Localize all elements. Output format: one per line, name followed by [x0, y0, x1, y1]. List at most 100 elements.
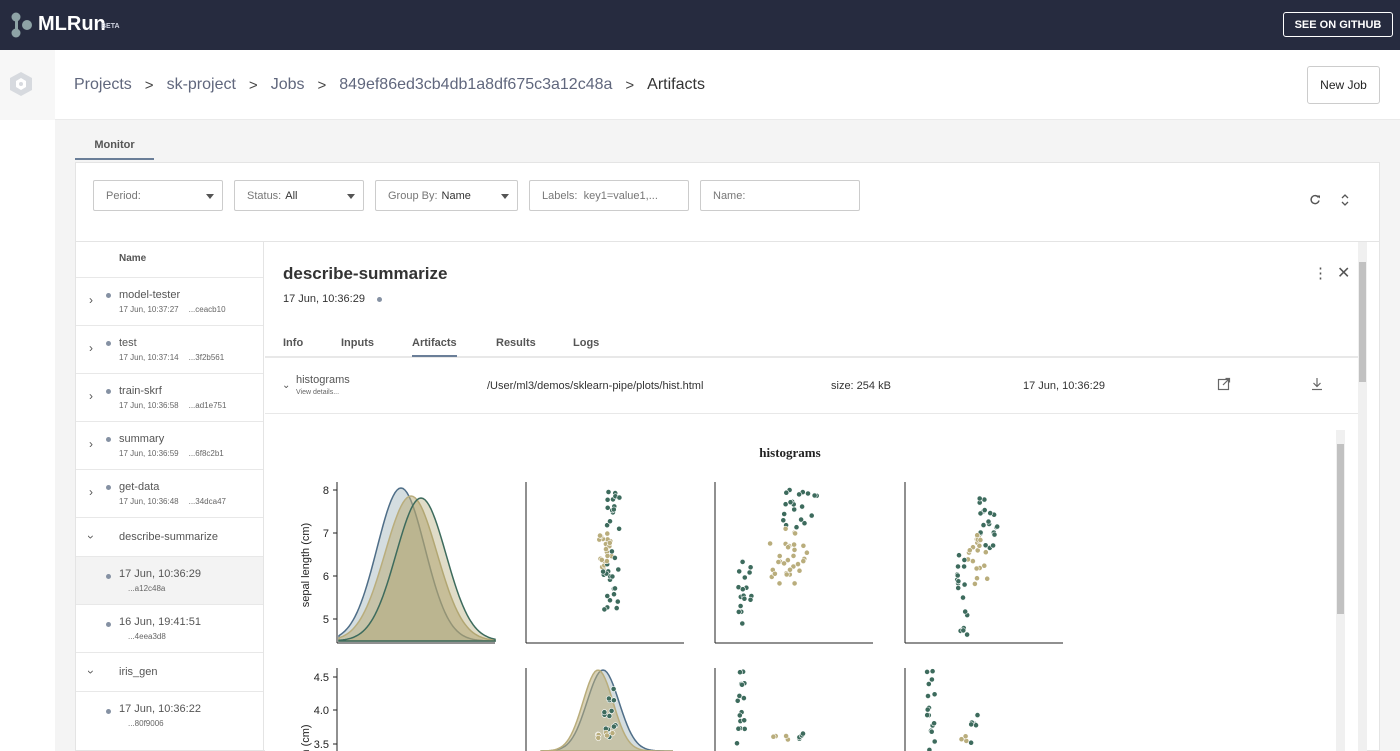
job-uid: ...ceacb10 — [188, 305, 226, 314]
list-item[interactable]: 17 Jun, 10:36:22 ...80f9006 — [76, 691, 263, 739]
list-item[interactable]: › train-skrf 17 Jun, 10:36:58 ...ad1e751 — [76, 373, 263, 421]
scatter-point — [595, 734, 602, 741]
scatter-point — [741, 574, 748, 581]
see-on-github-button[interactable]: SEE ON GITHUB — [1283, 12, 1393, 37]
scatter-point — [792, 530, 798, 537]
chevron-right-icon[interactable]: › — [89, 437, 93, 451]
scatter-point — [954, 572, 961, 579]
scatter-point — [603, 558, 610, 564]
artifact-date: 17 Jun, 10:36:29 — [1023, 380, 1105, 392]
collapse-expand-icon[interactable] — [1339, 193, 1351, 207]
chevron-down-icon[interactable]: › — [84, 535, 98, 539]
scatter-point — [741, 717, 748, 724]
y-tick-label: 7 — [323, 528, 329, 540]
status-select[interactable]: Status: All — [234, 180, 364, 211]
scatter-point — [808, 512, 815, 519]
scatter-point — [739, 620, 746, 627]
status-value: All — [285, 189, 298, 202]
labels-placeholder: Labels: key1=value1,... — [542, 189, 658, 202]
preview-scrollbar[interactable] — [1336, 430, 1345, 751]
job-name: get-data — [119, 481, 160, 493]
group-header-describe-summarize[interactable]: › describe-summarize — [76, 517, 263, 556]
open-external-icon[interactable] — [1217, 377, 1231, 391]
y-axis-label-row1: sepal length (cm) — [300, 523, 312, 607]
chevron-down-icon[interactable]: ⌄ — [282, 380, 290, 391]
scatter-point — [990, 542, 996, 549]
scrollbar-thumb[interactable] — [1337, 444, 1344, 614]
tab-logs[interactable]: Logs — [573, 337, 599, 349]
list-item-selected[interactable]: 17 Jun, 10:36:29 ...a12c48a — [76, 556, 263, 604]
chevron-down-icon[interactable]: › — [84, 670, 98, 674]
chevron-right-icon[interactable]: › — [89, 293, 93, 307]
tab-results[interactable]: Results — [496, 337, 536, 349]
job-uid: ...34dca47 — [188, 497, 226, 506]
scatter-point — [746, 569, 753, 576]
view-details-link[interactable]: View details... — [296, 389, 339, 396]
group-header-iris-gen[interactable]: › iris_gen — [76, 652, 263, 691]
scatter-point — [734, 697, 741, 704]
scatter-point — [598, 556, 605, 563]
scatter-point — [956, 552, 962, 559]
tab-info[interactable]: Info — [283, 337, 303, 349]
projects-hexagon-icon[interactable] — [9, 71, 33, 97]
artifact-row[interactable]: ⌄ histograms View details... /User/ml3/d… — [265, 360, 1367, 414]
list-item[interactable]: › summary 17 Jun, 10:36:59 ...6f8c2b1 — [76, 421, 263, 469]
scatter-point — [931, 738, 938, 745]
chevron-right-icon[interactable]: › — [89, 341, 93, 355]
scatter-point — [811, 492, 818, 499]
labels-input[interactable]: Labels: key1=value1,... — [529, 180, 689, 211]
period-select[interactable]: Period: — [93, 180, 223, 211]
status-dot — [377, 297, 382, 302]
scatter-point — [736, 712, 743, 719]
scatter-point — [970, 558, 976, 564]
run-uid: ...4eea3d8 — [128, 632, 166, 641]
detail-scrollbar[interactable] — [1358, 242, 1367, 751]
download-icon[interactable] — [1310, 377, 1324, 391]
tab-monitor[interactable]: Monitor — [75, 132, 154, 160]
scrollbar-thumb[interactable] — [1359, 262, 1366, 382]
tab-artifacts[interactable]: Artifacts — [412, 337, 457, 357]
scatter-point — [616, 494, 623, 501]
chevron-right-icon[interactable]: › — [89, 389, 93, 403]
scatter-point — [987, 510, 994, 516]
new-job-button[interactable]: New Job — [1307, 66, 1380, 104]
scatter-point — [798, 516, 804, 523]
breadcrumb-jobs[interactable]: Jobs — [271, 76, 305, 94]
scatter-point — [800, 730, 806, 737]
scatter-point — [747, 596, 754, 603]
top-header: MLRun BETA SEE ON GITHUB — [0, 0, 1400, 50]
more-options-icon[interactable]: ⋮ — [1313, 264, 1328, 282]
breadcrumb-project[interactable]: sk-project — [167, 76, 236, 94]
name-input[interactable]: Name: — [700, 180, 860, 211]
scatter-point — [787, 566, 793, 573]
artifact-preview: histograms sepal length (cm) h (cm) 8 7 … — [265, 415, 1367, 751]
scatter-point — [747, 564, 754, 571]
group-by-select[interactable]: Group By: Name — [375, 180, 518, 211]
scatter-point — [601, 709, 608, 716]
scatter-point — [767, 540, 773, 547]
scatter-point — [739, 586, 746, 593]
list-item[interactable]: 16 Jun, 19:41:51 ...4eea3d8 — [76, 604, 263, 652]
scatter-point — [925, 681, 932, 687]
scatter-point — [597, 532, 603, 539]
main-panel: Period: Status: All Group By: Name Label… — [75, 162, 1380, 751]
status-label: Status: — [247, 189, 282, 202]
scatter-point — [976, 542, 983, 549]
y-tick-label: 8 — [323, 485, 329, 497]
breadcrumb-job-uid[interactable]: 849ef86ed3cb4db1a8df675c3a12c48a — [339, 76, 612, 94]
list-item[interactable]: › test 17 Jun, 10:37:14 ...3f2b561 — [76, 325, 263, 373]
refresh-icon[interactable] — [1309, 194, 1321, 206]
scatter-point — [609, 730, 616, 737]
scatter-point — [611, 555, 618, 561]
breadcrumb-projects[interactable]: Projects — [74, 76, 132, 94]
period-label: Period: — [106, 189, 141, 202]
chevron-right-icon[interactable]: › — [89, 485, 93, 499]
tab-inputs[interactable]: Inputs — [341, 337, 374, 349]
scatter-point — [994, 523, 1001, 530]
list-item[interactable]: › model-tester 17 Jun, 10:37:27 ...ceacb1… — [76, 277, 263, 325]
scatter-point — [781, 511, 788, 517]
scatter-point — [740, 695, 747, 701]
scatter-point — [783, 489, 790, 496]
list-item[interactable]: › get-data 17 Jun, 10:36:48 ...34dca47 — [76, 469, 263, 517]
close-icon[interactable]: ✕ — [1337, 263, 1350, 283]
